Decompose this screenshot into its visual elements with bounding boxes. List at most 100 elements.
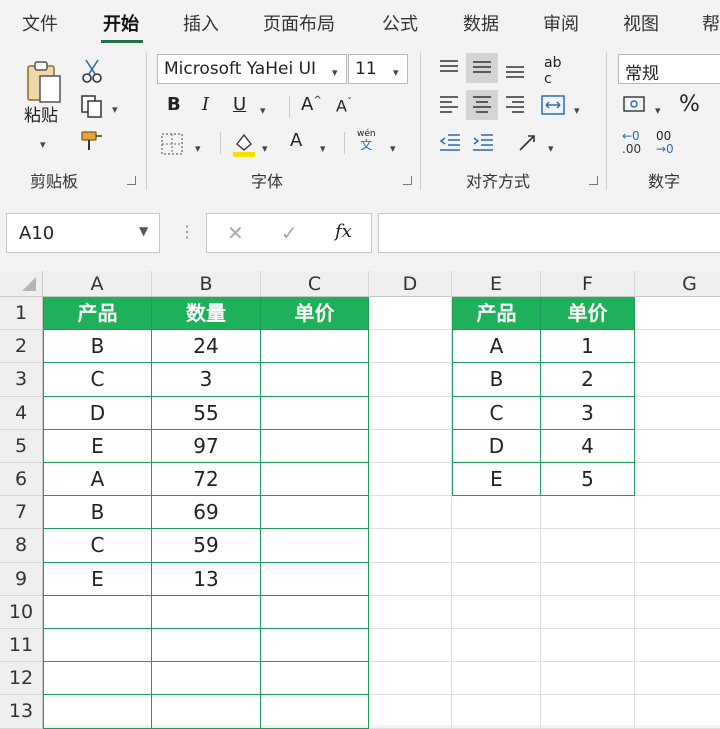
table1-cell[interactable]: C (43, 529, 152, 563)
row-header[interactable]: 10 (0, 595, 43, 629)
insert-function-icon[interactable]: fx (335, 221, 352, 242)
bold-button[interactable]: B (167, 96, 181, 114)
table1-cell[interactable] (43, 662, 152, 696)
row-header[interactable]: 6 (0, 463, 43, 497)
row-header[interactable]: 3 (0, 363, 43, 397)
table1-cell[interactable] (261, 529, 369, 563)
clipboard-dialog-launcher-icon[interactable] (127, 176, 136, 185)
name-box-caret-icon[interactable]: ▼ (139, 224, 148, 238)
column-header-a[interactable]: A (43, 271, 152, 297)
row-header[interactable]: 2 (0, 330, 43, 364)
cell[interactable] (541, 529, 635, 563)
tab-insert[interactable]: 插入 (183, 10, 219, 36)
cell[interactable] (541, 629, 635, 663)
fill-color-caret-icon[interactable]: ▾ (262, 138, 268, 156)
cell[interactable] (635, 662, 720, 696)
orientation-button[interactable]: ab c (544, 54, 561, 86)
paste-label[interactable]: 粘贴 (24, 108, 58, 125)
cell[interactable] (452, 629, 541, 663)
borders-caret-icon[interactable]: ▾ (195, 138, 201, 156)
cell[interactable] (541, 662, 635, 696)
table1-cell[interactable]: E (43, 562, 152, 596)
cell[interactable] (369, 529, 452, 563)
row-header[interactable]: 11 (0, 629, 43, 663)
table1-cell[interactable] (152, 695, 261, 729)
tab-view[interactable]: 视图 (623, 10, 659, 36)
percent-button[interactable]: % (679, 94, 700, 116)
tab-home[interactable]: 开始 (103, 10, 139, 36)
align-middle-icon[interactable] (471, 58, 493, 78)
align-left-icon[interactable] (438, 94, 460, 114)
cell[interactable] (369, 429, 452, 463)
cell[interactable] (452, 595, 541, 629)
cell[interactable] (452, 662, 541, 696)
cell[interactable] (369, 662, 452, 696)
cell[interactable] (541, 562, 635, 596)
font-size-caret-icon[interactable]: ▾ (393, 62, 399, 80)
cell[interactable] (369, 629, 452, 663)
tab-page-layout[interactable]: 页面布局 (263, 10, 335, 36)
table1-cell[interactable]: 55 (152, 396, 261, 430)
tab-review[interactable]: 审阅 (543, 10, 579, 36)
table1-cell[interactable]: B (43, 330, 152, 364)
row-header[interactable]: 9 (0, 562, 43, 596)
cell[interactable] (369, 396, 452, 430)
underline-button[interactable]: U (233, 96, 246, 114)
cell[interactable] (369, 562, 452, 596)
table2-cell[interactable]: 4 (541, 429, 635, 463)
cell[interactable] (635, 430, 720, 463)
underline-caret-icon[interactable]: ▾ (260, 100, 266, 118)
cell[interactable] (635, 563, 720, 596)
cell[interactable] (541, 695, 635, 729)
cell[interactable] (369, 695, 452, 729)
font-size-select[interactable]: 11 (348, 54, 408, 84)
cell[interactable] (369, 330, 452, 364)
table1-cell[interactable]: 3 (152, 363, 261, 397)
name-box[interactable]: A10 ▼ (6, 213, 160, 253)
column-header-e[interactable]: E (452, 271, 541, 297)
table1-cell[interactable] (261, 562, 369, 596)
tab-help[interactable]: 帮 (702, 10, 720, 36)
fill-color-icon[interactable] (231, 130, 257, 158)
table1-header-cell[interactable]: 单价 (261, 297, 369, 331)
table2-cell[interactable]: A (452, 330, 541, 364)
table2-cell[interactable]: B (452, 363, 541, 397)
cell[interactable] (369, 496, 452, 530)
cell[interactable] (541, 496, 635, 530)
table1-cell[interactable]: 72 (152, 463, 261, 497)
font-color-button[interactable]: A (290, 132, 302, 150)
table1-cell[interactable] (152, 595, 261, 629)
decrease-indent-icon[interactable] (438, 132, 462, 152)
table2-cell[interactable]: 5 (541, 463, 635, 497)
table1-cell[interactable] (261, 595, 369, 629)
table1-cell[interactable]: A (43, 463, 152, 497)
increase-font-button[interactable]: A^ (301, 96, 322, 114)
table2-cell[interactable]: E (452, 463, 541, 497)
cancel-icon[interactable]: ✕ (227, 221, 244, 245)
align-bottom-icon[interactable] (504, 60, 526, 80)
cell[interactable] (369, 297, 452, 331)
align-right-icon[interactable] (504, 94, 526, 114)
increase-decimal-button[interactable]: ←0 .00 (622, 129, 641, 156)
table1-cell[interactable] (261, 330, 369, 364)
table1-cell[interactable]: 13 (152, 562, 261, 596)
cell[interactable] (635, 463, 720, 497)
cell[interactable] (452, 695, 541, 729)
table1-cell[interactable] (261, 695, 369, 729)
cell[interactable] (452, 562, 541, 596)
row-header[interactable]: 12 (0, 662, 43, 696)
table2-cell[interactable]: 3 (541, 396, 635, 430)
table1-cell[interactable] (43, 629, 152, 663)
table1-cell[interactable] (261, 363, 369, 397)
row-header[interactable]: 5 (0, 429, 43, 463)
table1-cell[interactable]: E (43, 429, 152, 463)
text-direction-caret-icon[interactable]: ▾ (548, 138, 554, 156)
column-header-c[interactable]: C (261, 271, 369, 297)
increase-indent-icon[interactable] (471, 132, 495, 152)
cut-icon[interactable] (80, 58, 104, 84)
row-header[interactable]: 13 (0, 695, 43, 729)
tab-file[interactable]: 文件 (22, 10, 58, 36)
tab-formulas[interactable]: 公式 (382, 10, 418, 36)
currency-format-icon[interactable] (622, 94, 648, 116)
table2-cell[interactable]: 1 (541, 330, 635, 364)
